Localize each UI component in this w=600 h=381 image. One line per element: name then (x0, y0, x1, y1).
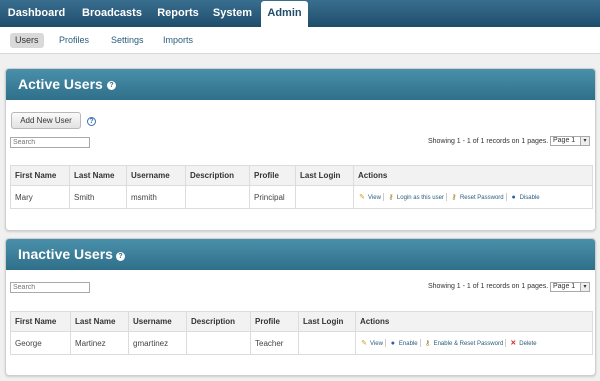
divider (505, 338, 507, 347)
cell-actions: ✎ View ● Enable ⚷ Enable & Reset Password ✕ Del… (355, 331, 593, 355)
cell-profile: Teacher (250, 331, 299, 355)
cell-last-login (298, 331, 356, 355)
add-user-button[interactable]: Add New User (11, 112, 81, 129)
action-label: Reset Password (459, 195, 504, 201)
col-first-name[interactable]: First Name (10, 165, 70, 186)
page-select[interactable]: Page 1 ▾ (550, 282, 590, 292)
tab-broadcasts[interactable]: Broadcasts (73, 0, 151, 27)
action-label: Login as this user (396, 195, 444, 201)
subnav-imports[interactable]: Imports (163, 33, 193, 48)
chevron-down-icon: ▾ (580, 137, 589, 145)
panel-header: Inactive Users ? (6, 239, 595, 270)
tab-system[interactable]: System (205, 0, 260, 27)
disable-action[interactable]: ● Disable (510, 194, 540, 202)
subnav-profiles[interactable]: Profiles (59, 33, 89, 48)
divider (445, 192, 447, 201)
key-icon: ⚷ (451, 194, 457, 201)
login-as-user-action[interactable]: ⚷ Login as this user (387, 194, 444, 202)
chevron-down-icon: ▾ (580, 283, 589, 291)
view-action[interactable]: ✎ View (358, 194, 381, 202)
top-nav: Dashboard Broadcasts Reports System Admi… (0, 0, 600, 27)
key-icon: ⚷ (388, 194, 394, 201)
col-profile[interactable]: Profile (250, 311, 299, 332)
action-label: Disable (519, 195, 540, 201)
col-actions: Actions (353, 165, 593, 186)
col-username[interactable]: Username (128, 311, 187, 332)
subnav-settings[interactable]: Settings (111, 33, 144, 48)
pencil-icon: ✎ (359, 194, 365, 201)
close-icon: ✕ (510, 340, 517, 347)
cell-description (185, 185, 250, 209)
col-actions: Actions (355, 311, 593, 332)
action-label: Enable & Reset Password (433, 341, 504, 347)
cell-profile: Principal (249, 185, 296, 209)
help-icon[interactable]: ? (87, 117, 96, 126)
col-username[interactable]: Username (126, 165, 186, 186)
search-input[interactable] (10, 137, 90, 148)
inactive-users-table: First Name Last Name Username Descriptio… (10, 311, 593, 355)
table-row: George Martinez gmartinez Teacher ✎ View ●… (10, 331, 593, 355)
cell-description (186, 331, 251, 355)
action-label: Enable (398, 341, 418, 347)
col-profile[interactable]: Profile (249, 165, 296, 186)
help-icon[interactable]: ? (107, 81, 116, 90)
divider (505, 192, 507, 201)
page-select[interactable]: Page 1 ▾ (550, 136, 590, 146)
subnav-users[interactable]: Users (10, 33, 44, 48)
enable-reset-password-action[interactable]: ⚷ Enable & Reset Password (424, 340, 504, 348)
page-select-value: Page 1 (553, 283, 576, 290)
panel-title: Active Users (18, 76, 103, 92)
search-input[interactable] (10, 282, 90, 293)
col-last-login[interactable]: Last Login (298, 311, 356, 332)
tab-admin[interactable]: Admin (261, 1, 308, 27)
action-label: View (370, 341, 383, 347)
panel-title: Inactive Users (18, 246, 113, 262)
sub-nav: Users Profiles Settings Imports (0, 27, 600, 54)
enable-action[interactable]: ● Enable (389, 340, 418, 348)
col-last-name[interactable]: Last Name (69, 165, 127, 186)
cell-first-name: Mary (10, 185, 70, 209)
help-icon[interactable]: ? (116, 252, 125, 261)
action-label: View (368, 195, 381, 201)
col-description[interactable]: Description (185, 165, 250, 186)
tab-dashboard[interactable]: Dashboard (0, 0, 73, 27)
table-header-row: First Name Last Name Username Descriptio… (10, 311, 593, 332)
col-first-name[interactable]: First Name (10, 311, 71, 332)
cell-last-name: Smith (69, 185, 127, 209)
page-select-value: Page 1 (553, 137, 576, 144)
delete-action[interactable]: ✕ Delete (509, 340, 536, 348)
key-icon: ⚷ (425, 340, 431, 347)
reset-password-action[interactable]: ⚷ Reset Password (450, 194, 504, 202)
cell-username: gmartinez (128, 331, 187, 355)
col-description[interactable]: Description (186, 311, 251, 332)
panel-header: Active Users ? (6, 69, 595, 100)
active-users-panel: Active Users ? Add New User ? Showing 1 … (5, 68, 596, 231)
view-action[interactable]: ✎ View (360, 340, 383, 348)
cell-actions: ✎ View ⚷ Login as this user ⚷ Reset Password ●… (353, 185, 593, 209)
cell-first-name: George (10, 331, 71, 355)
inactive-users-panel: Inactive Users ? Showing 1 - 1 of 1 reco… (5, 238, 596, 376)
user-icon: ● (390, 340, 396, 347)
pencil-icon: ✎ (361, 340, 367, 347)
user-icon: ● (511, 194, 516, 201)
col-last-name[interactable]: Last Name (70, 311, 129, 332)
cell-username: msmith (126, 185, 186, 209)
divider (382, 192, 384, 201)
cell-last-name: Martinez (70, 331, 129, 355)
table-row: Mary Smith msmith Principal ✎ View ⚷ Login … (10, 185, 593, 209)
divider (384, 338, 386, 347)
pager-text: Showing 1 - 1 of 1 records on 1 pages. (428, 283, 549, 290)
pager-text: Showing 1 - 1 of 1 records on 1 pages. (428, 138, 549, 145)
tab-reports[interactable]: Reports (151, 0, 205, 27)
action-label: Delete (519, 341, 537, 347)
table-header-row: First Name Last Name Username Descriptio… (10, 165, 593, 186)
divider (419, 338, 421, 347)
active-users-table: First Name Last Name Username Descriptio… (10, 165, 593, 209)
cell-last-login (295, 185, 354, 209)
col-last-login[interactable]: Last Login (295, 165, 354, 186)
